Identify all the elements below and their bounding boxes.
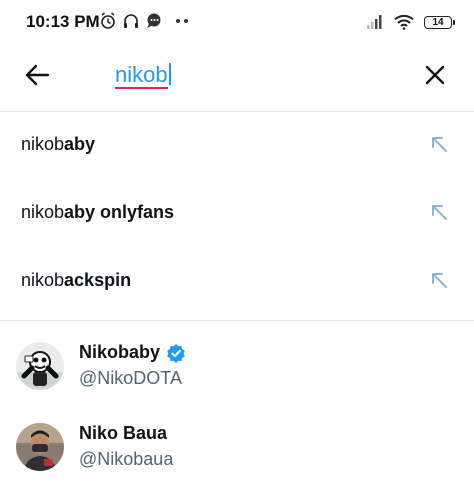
user-name: Nikobaby (79, 342, 186, 363)
status-time: 10:13 PM (26, 12, 100, 31)
search-input[interactable]: nikob (115, 62, 171, 89)
search-bar: nikob (0, 44, 474, 111)
clear-search-button[interactable] (418, 58, 452, 92)
search-suggestion[interactable]: nikobaby (0, 112, 474, 180)
text-caret (168, 63, 171, 85)
search-suggestion[interactable]: nikobaby onlyfans (0, 180, 474, 248)
suggestion-label: nikobaby (21, 134, 96, 154)
search-query: nikob (115, 62, 168, 89)
back-button[interactable] (20, 58, 54, 92)
status-bar: 10:13 PM 14 (0, 0, 474, 44)
chat-bubble-icon (147, 13, 161, 28)
user-handle: @NikoDOTA (79, 368, 182, 388)
user-result[interactable]: Niko Baua @Nikobaua (0, 423, 474, 503)
user-name: Niko Baua (79, 423, 168, 443)
headphones-icon (124, 14, 138, 28)
battery-icon: 14 (424, 15, 455, 29)
user-handle: @Nikobaua (79, 449, 174, 469)
suggestion-label: nikobaby onlyfans (21, 202, 175, 222)
search-suggestion[interactable]: nikobackspin (0, 248, 474, 316)
arrow-left-icon (25, 64, 50, 86)
verified-badge-icon (167, 343, 185, 363)
arrow-up-left-icon[interactable] (430, 203, 448, 221)
arrow-up-left-icon[interactable] (430, 271, 448, 289)
close-icon (425, 65, 445, 85)
avatar (16, 342, 64, 390)
suggestion-label: nikobackspin (21, 270, 132, 290)
signal-icon (367, 15, 382, 29)
divider (0, 320, 474, 321)
user-result[interactable]: Nikobaby @NikoDOTA (0, 342, 474, 422)
more-dots-icon (176, 19, 188, 23)
alarm-icon (101, 12, 115, 29)
avatar (16, 423, 64, 471)
wifi-icon (394, 14, 414, 30)
battery-level: 14 (432, 16, 444, 28)
arrow-up-left-icon[interactable] (430, 135, 448, 153)
